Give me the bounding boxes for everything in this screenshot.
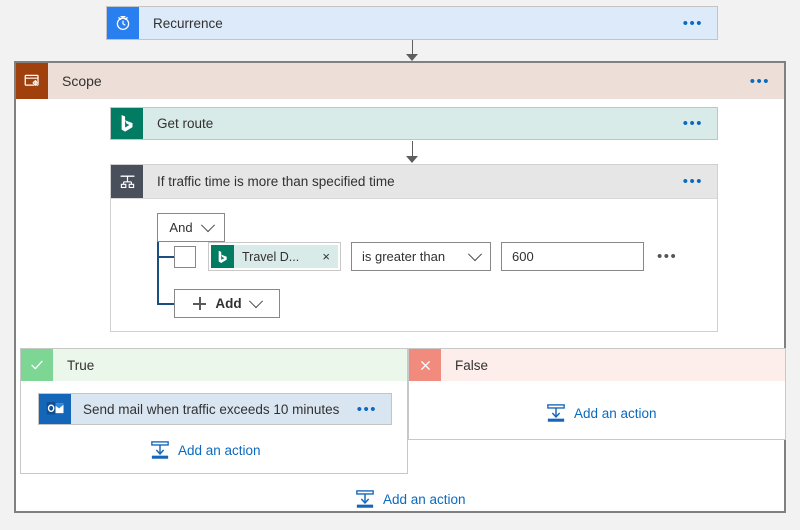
add-action-icon (355, 490, 375, 509)
action-card-get-route[interactable]: Get route ••• (110, 107, 718, 140)
add-an-action-true-branch[interactable]: Add an action (150, 441, 261, 460)
condition-row-menu-button[interactable]: ••• (657, 249, 677, 264)
false-branch-header: False (409, 349, 785, 381)
true-branch-header: True (21, 349, 407, 381)
bing-maps-icon (211, 245, 234, 268)
plus-icon (193, 297, 206, 310)
condition-operator-value: is greater than (362, 249, 445, 264)
designer-canvas: Recurrence ••• Scope ••• (0, 0, 800, 530)
add-an-action-label: Add an action (178, 443, 261, 458)
condition-body: And Travel D... × (111, 199, 717, 242)
condition-tree-line-add (157, 303, 174, 305)
connector-arrow-getroute-to-condition (404, 141, 420, 163)
condition-tree-line-vertical (157, 242, 159, 305)
action-card-send-mail[interactable]: Send mail when traffic exceeds 10 minute… (38, 393, 392, 425)
get-route-menu-button[interactable]: ••• (675, 116, 717, 131)
add-action-icon (546, 404, 566, 423)
condition-tree-line-row (157, 256, 174, 258)
condition-title: If traffic time is more than specified t… (143, 174, 675, 189)
dynamic-content-token[interactable]: Travel D... × (211, 245, 338, 268)
add-condition-label: Add (215, 296, 241, 311)
chevron-down-icon (468, 247, 482, 261)
add-an-action-label: Add an action (383, 492, 466, 507)
outlook-icon (39, 394, 71, 424)
trigger-menu-button[interactable]: ••• (675, 16, 717, 31)
bing-maps-icon (111, 108, 143, 139)
add-action-icon (150, 441, 170, 460)
send-mail-title: Send mail when traffic exceeds 10 minute… (71, 402, 349, 417)
condition-header[interactable]: If traffic time is more than specified t… (111, 165, 717, 199)
false-branch-label: False (441, 358, 785, 373)
condition-operator-dropdown[interactable]: is greater than (351, 242, 491, 271)
add-condition-button[interactable]: Add (174, 289, 280, 318)
condition-row: Travel D... × is greater than 600 ••• (174, 242, 677, 271)
scope-window-gear-icon (16, 63, 48, 99)
add-an-action-scope-bottom[interactable]: Add an action (355, 490, 466, 509)
add-an-action-label: Add an action (574, 406, 657, 421)
false-branch-container: False (408, 348, 786, 440)
add-an-action-false-branch[interactable]: Add an action (546, 404, 657, 423)
get-route-title: Get route (143, 116, 675, 131)
chevron-down-icon (249, 294, 263, 308)
logical-operator-value: And (169, 220, 192, 235)
close-x-icon (409, 349, 441, 381)
condition-card: If traffic time is more than specified t… (110, 164, 718, 332)
condition-branch-icon (111, 165, 143, 198)
condition-left-operand-field[interactable]: Travel D... × (208, 242, 341, 271)
scope-title: Scope (48, 73, 742, 89)
condition-menu-button[interactable]: ••• (675, 174, 717, 189)
trigger-card-recurrence[interactable]: Recurrence ••• (106, 6, 718, 40)
logical-operator-dropdown[interactable]: And (157, 213, 225, 242)
condition-value: 600 (512, 249, 534, 264)
scope-header[interactable]: Scope ••• (16, 63, 784, 99)
send-mail-menu-button[interactable]: ••• (349, 402, 391, 417)
true-branch-label: True (53, 358, 407, 373)
connector-arrow-trigger-to-scope (404, 40, 420, 61)
token-remove-icon[interactable]: × (314, 250, 338, 263)
chevron-down-icon (200, 218, 214, 232)
checkmark-icon (21, 349, 53, 381)
token-label: Travel D... (234, 250, 314, 264)
alarm-clock-icon (107, 7, 139, 39)
scope-menu-button[interactable]: ••• (742, 74, 784, 89)
condition-value-input[interactable]: 600 (501, 242, 644, 271)
condition-row-checkbox[interactable] (174, 246, 196, 268)
trigger-title: Recurrence (139, 16, 675, 31)
